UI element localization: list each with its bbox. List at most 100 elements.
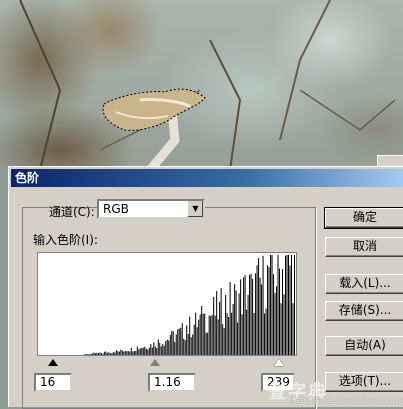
dialog-title[interactable]: 色阶 (11, 169, 403, 187)
input-black-field[interactable]: 16 (34, 373, 72, 392)
input-gamma-field[interactable]: 1.16 (148, 373, 196, 392)
ok-button[interactable]: 确定 (324, 207, 403, 229)
white-point-slider[interactable] (274, 359, 284, 366)
histogram-bar (117, 351, 119, 355)
histogram-bar (108, 352, 110, 355)
histogram-bar (126, 351, 128, 355)
histogram-bar (247, 294, 249, 355)
histogram-bar (268, 267, 270, 355)
histogram-bar (114, 352, 116, 355)
histogram-bar (193, 324, 195, 355)
histogram-bar (289, 265, 291, 355)
histogram-bar (85, 354, 87, 355)
histogram-bar (240, 279, 242, 355)
auto-button[interactable]: 自动(A) (325, 336, 403, 356)
histogram-bar (258, 258, 260, 355)
options-button[interactable]: 选项(T)... (325, 372, 403, 392)
histogram-bar (189, 316, 191, 355)
chevron-down-icon[interactable]: ▼ (187, 201, 203, 217)
histogram-bar (142, 347, 144, 355)
histogram-bar (171, 330, 173, 355)
histogram-bar (99, 352, 101, 355)
histogram-bar (277, 255, 279, 355)
histogram-bar (204, 313, 206, 355)
histogram-bar (175, 334, 177, 355)
histogram-bar (285, 255, 287, 355)
save-button[interactable]: 存储(S)... (325, 301, 403, 321)
load-button[interactable]: 载入(L)... (325, 274, 403, 294)
histogram-bar (246, 309, 248, 355)
histogram-bar (267, 265, 269, 355)
input-levels-slider[interactable] (48, 359, 288, 367)
histogram-bar (271, 255, 273, 355)
histogram-bar (165, 341, 167, 355)
histogram-bar (88, 354, 90, 355)
histogram-bar (157, 339, 159, 355)
histogram-bar (181, 323, 183, 355)
histogram-bar (148, 347, 150, 355)
histogram-bar (199, 314, 201, 355)
histogram-bar (198, 319, 200, 355)
histogram-bar (112, 351, 114, 355)
histogram-bar (93, 352, 95, 355)
photo-scene (19, 0, 396, 170)
histogram-bar (133, 350, 135, 355)
histogram-bar (280, 303, 282, 355)
histogram-bar (222, 324, 224, 355)
channel-select[interactable]: RGB ▼ (97, 199, 205, 219)
histogram-bar (147, 349, 149, 355)
black-point-slider[interactable] (48, 359, 58, 366)
histogram-bar (153, 342, 155, 355)
histogram-bar (109, 353, 111, 355)
histogram-bar (136, 346, 138, 355)
histogram-bar (234, 284, 236, 355)
histogram-bar (163, 345, 165, 355)
histogram-bar (141, 348, 143, 355)
histogram-bar (214, 315, 216, 355)
histogram-bar (201, 306, 203, 355)
gamma-slider[interactable] (150, 359, 160, 366)
histogram-bar (177, 329, 179, 355)
histogram-chart (84, 255, 295, 355)
histogram-bar (223, 328, 225, 355)
histogram-bar (160, 346, 162, 355)
histogram-bar (217, 319, 219, 355)
histogram-bar (294, 255, 295, 355)
histogram-bar (187, 333, 189, 355)
histogram-bar (208, 315, 210, 355)
histogram-bar (150, 344, 152, 355)
histogram-bar (252, 278, 254, 355)
histogram-bar (262, 255, 264, 355)
histogram-bar (183, 338, 185, 355)
histogram-bar (219, 302, 221, 355)
histogram-bar (91, 353, 93, 355)
histogram-bar (288, 255, 290, 355)
histogram-bar (261, 284, 263, 355)
histogram-bar (162, 343, 164, 355)
channel-label: 通道(C): (49, 205, 95, 219)
histogram-bar (129, 351, 131, 355)
histogram-bar (94, 353, 96, 355)
histogram-bar (102, 353, 104, 355)
histogram-bar (144, 346, 146, 355)
histogram-bar (249, 274, 251, 355)
histogram-bar (106, 352, 108, 355)
histogram-bar (220, 288, 222, 355)
histogram-bar (255, 273, 257, 355)
histogram-bar (96, 352, 98, 355)
histogram-bar (103, 351, 105, 355)
histogram-bar (97, 353, 99, 355)
histogram-bar (243, 277, 245, 355)
histogram-bar (244, 275, 246, 355)
histogram-bar (166, 339, 168, 355)
cancel-button[interactable]: 取消 (325, 237, 403, 257)
histogram-bar (172, 331, 174, 355)
histogram-bar (282, 269, 284, 355)
histogram-bar (241, 314, 243, 355)
histogram-bar (154, 346, 156, 355)
histogram-bar (265, 308, 267, 355)
histogram-bar (291, 255, 293, 355)
histogram-bar (130, 347, 132, 355)
histogram-bar (232, 303, 234, 355)
histogram-bar (250, 273, 252, 355)
